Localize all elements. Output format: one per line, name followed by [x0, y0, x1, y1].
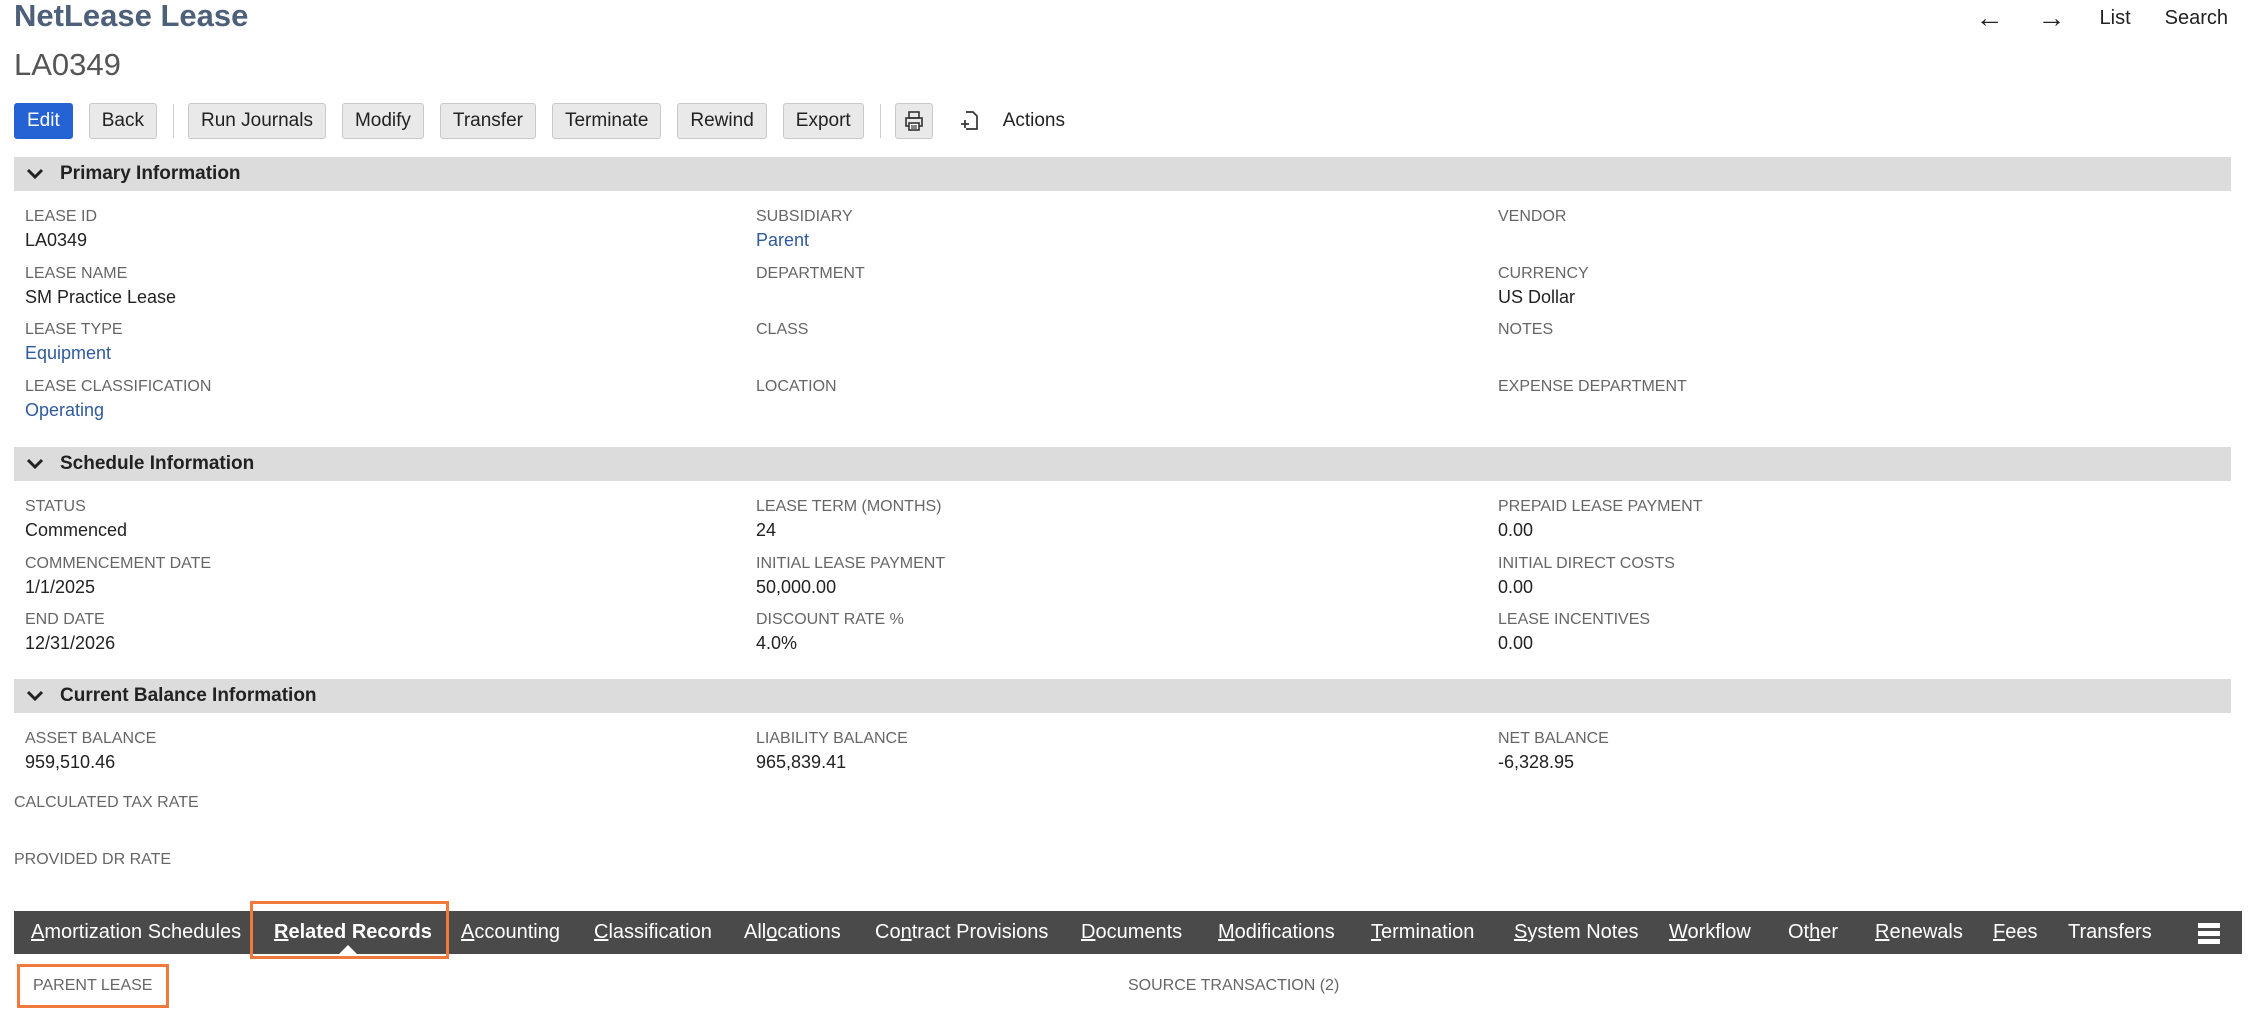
tab-system-notes[interactable]: System Notes [1514, 911, 1639, 954]
notes-label: NOTES [1498, 321, 1554, 338]
toolbar-separator [879, 104, 881, 138]
subsidiary-link[interactable]: Parent [756, 230, 809, 251]
end-date-label: END DATE [25, 611, 105, 628]
tab-layout-menu-icon[interactable] [2196, 920, 2222, 946]
source-transaction-label[interactable]: SOURCE TRANSACTION (2) [1128, 977, 1339, 995]
tab-modifications[interactable]: Modifications [1218, 911, 1335, 954]
list-link[interactable]: List [2100, 7, 2131, 30]
back-button[interactable]: Back [88, 103, 157, 139]
transfer-button[interactable]: Transfer [439, 103, 536, 139]
status-label: STATUS [25, 498, 86, 515]
tab-allocations[interactable]: Allocations [744, 911, 841, 954]
section-title: Schedule Information [60, 453, 255, 474]
actions-menu[interactable]: Actions [1003, 110, 1065, 132]
tab-termination[interactable]: Termination [1371, 911, 1474, 954]
liability-balance-value: 965,839.41 [756, 752, 847, 772]
calculated-tax-rate-label: CALCULATED TAX RATE [14, 794, 199, 811]
lease-id-value: LA0349 [25, 230, 88, 250]
net-balance-label: NET BALANCE [1498, 730, 1609, 747]
rewind-button[interactable]: Rewind [677, 103, 767, 139]
terminate-button[interactable]: Terminate [551, 103, 662, 139]
chevron-down-icon [26, 458, 48, 470]
commencement-date-label: COMMENCEMENT DATE [25, 555, 212, 572]
export-button[interactable]: Export [782, 103, 864, 139]
lease-name-value: SM Practice Lease [25, 287, 177, 307]
location-label: LOCATION [756, 378, 837, 395]
initial-direct-costs-label: INITIAL DIRECT COSTS [1498, 555, 1675, 572]
tab-amortization-schedules[interactable]: Amortization Schedules [31, 911, 241, 954]
run-journals-button[interactable]: Run Journals [188, 103, 326, 139]
top-navigation: ← → List Search [1976, 4, 2229, 32]
liability-balance-label: LIABILITY BALANCE [756, 730, 908, 747]
chevron-down-icon [26, 690, 48, 702]
printer-icon [904, 111, 923, 131]
toolbar-separator [173, 104, 174, 138]
tab-contract-provisions[interactable]: Contract Provisions [875, 911, 1048, 954]
initial-lease-payment-value: 50,000.00 [756, 577, 837, 597]
record-id: LA0349 [14, 47, 121, 82]
discount-rate-label: DISCOUNT RATE % [756, 611, 904, 628]
prepaid-lease-payment-value: 0.00 [1498, 520, 1534, 540]
primary-information-header[interactable]: Primary Information [14, 157, 2231, 191]
commencement-date-value: 1/1/2025 [25, 577, 96, 597]
lease-classification-label: LEASE CLASSIFICATION [25, 378, 212, 395]
section-title: Current Balance Information [60, 685, 317, 706]
tab-classification[interactable]: Classification [594, 911, 712, 954]
chevron-down-icon [26, 168, 48, 180]
section-title: Primary Information [60, 163, 241, 184]
tab-renewals[interactable]: Renewals [1875, 911, 1963, 954]
prepaid-lease-payment-label: PREPAID LEASE PAYMENT [1498, 498, 1703, 515]
current-balance-header[interactable]: Current Balance Information [14, 679, 2231, 713]
toolbar: Edit Back Run Journals Modify Transfer T… [14, 102, 1065, 140]
department-label: DEPARTMENT [756, 265, 865, 282]
status-value: Commenced [25, 520, 128, 540]
lease-incentives-label: LEASE INCENTIVES [1498, 611, 1651, 628]
tab-other[interactable]: Other [1788, 911, 1838, 954]
lease-name-label: LEASE NAME [25, 265, 128, 282]
modify-button[interactable]: Modify [341, 103, 424, 139]
new-record-button[interactable] [955, 103, 985, 139]
currency-label: CURRENCY [1498, 265, 1589, 282]
initial-lease-payment-label: INITIAL LEASE PAYMENT [756, 555, 946, 572]
tab-transfers[interactable]: Transfers [2068, 911, 2152, 954]
previous-arrow-icon[interactable]: ← [1976, 4, 2004, 32]
discount-rate-value: 4.0% [756, 633, 798, 653]
edit-button[interactable]: Edit [14, 103, 73, 139]
lease-incentives-value: 0.00 [1498, 633, 1534, 653]
lease-type-link[interactable]: Equipment [25, 343, 111, 364]
vendor-label: VENDOR [1498, 208, 1567, 225]
active-tab-caret-icon [339, 945, 357, 954]
tab-documents[interactable]: Documents [1081, 911, 1182, 954]
initial-direct-costs-value: 0.00 [1498, 577, 1534, 597]
class-label: CLASS [756, 321, 809, 338]
lease-type-label: LEASE TYPE [25, 321, 123, 338]
print-button[interactable] [894, 103, 933, 139]
search-link[interactable]: Search [2165, 7, 2228, 30]
lease-classification-link[interactable]: Operating [25, 400, 104, 421]
record-type-title: NetLease Lease [14, 0, 249, 33]
schedule-information-header[interactable]: Schedule Information [14, 447, 2231, 481]
asset-balance-value: 959,510.46 [25, 752, 116, 772]
expense-department-label: EXPENSE DEPARTMENT [1498, 378, 1687, 395]
provided-dr-rate-label: PROVIDED DR RATE [14, 851, 172, 868]
lease-term-value: 24 [756, 520, 777, 540]
end-date-value: 12/31/2026 [25, 633, 116, 653]
lease-term-label: LEASE TERM (MONTHS) [756, 498, 942, 515]
subsidiary-label: SUBSIDIARY [756, 208, 853, 225]
currency-value: US Dollar [1498, 287, 1576, 307]
new-document-icon [960, 111, 978, 130]
tab-fees[interactable]: Fees [1993, 911, 2037, 954]
lease-id-label: LEASE ID [25, 208, 98, 225]
asset-balance-label: ASSET BALANCE [25, 730, 157, 747]
next-arrow-icon[interactable]: → [2038, 4, 2066, 32]
tab-workflow[interactable]: Workflow [1669, 911, 1751, 954]
parent-lease-label: PARENT LEASE [33, 977, 153, 994]
net-balance-value: -6,328.95 [1498, 752, 1575, 772]
tab-accounting[interactable]: Accounting [461, 911, 560, 954]
